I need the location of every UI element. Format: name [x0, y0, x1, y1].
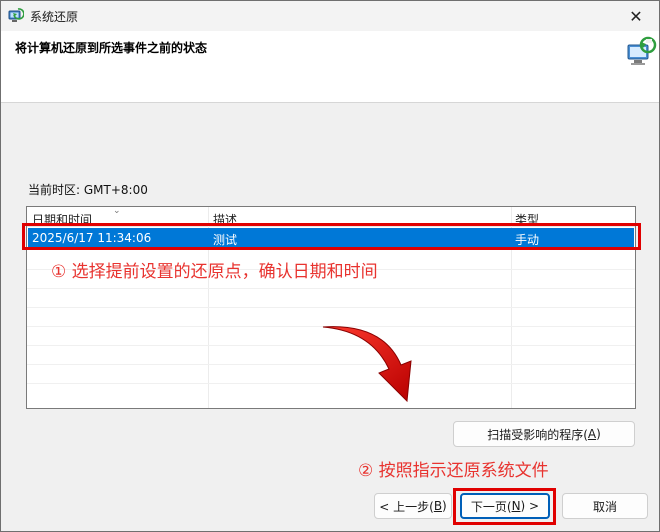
row-divider: [27, 307, 635, 308]
annotation-step2: ② 按照指示还原系统文件: [358, 461, 549, 481]
cancel-button[interactable]: 取消: [562, 493, 648, 519]
restore-wizard-icon: [627, 36, 657, 65]
scan-button-accesskey: A: [587, 427, 597, 441]
title-bar: 系统还原 ✕: [1, 1, 659, 31]
page-title: 将计算机还原到所选事件之前的状态: [15, 41, 208, 55]
back-button-label-end: ): [442, 499, 447, 513]
system-restore-window: 系统还原 ✕ 将计算机还原到所选事件之前的状态 当前时区: GMT+8:00 日…: [0, 0, 660, 532]
scan-button-label-end: ): [596, 427, 601, 441]
wizard-header: 将计算机还原到所选事件之前的状态: [1, 31, 659, 103]
cancel-button-label: 取消: [592, 499, 617, 514]
close-button[interactable]: ✕: [613, 1, 659, 31]
back-button[interactable]: < 上一步(B): [374, 493, 452, 519]
window-title: 系统还原: [30, 10, 79, 24]
scan-button-label: 扫描受影响的程序(: [487, 427, 588, 442]
back-button-label: < 上一步(: [379, 499, 434, 514]
close-icon: ✕: [629, 6, 643, 26]
red-arrow-icon: [322, 326, 412, 403]
row-divider: [27, 288, 635, 289]
system-restore-icon: [8, 8, 24, 22]
scan-affected-programs-button[interactable]: 扫描受影响的程序(A): [453, 421, 635, 447]
highlight-box-next-button: [453, 488, 556, 525]
current-timezone: 当前时区: GMT+8:00: [28, 183, 148, 197]
annotation-step1: ① 选择提前设置的还原点，确认日期和时间: [51, 262, 378, 282]
back-button-accesskey: B: [433, 499, 443, 513]
sort-indicator-icon: ⌄: [113, 206, 121, 216]
highlight-box-restore-point: [22, 223, 641, 250]
